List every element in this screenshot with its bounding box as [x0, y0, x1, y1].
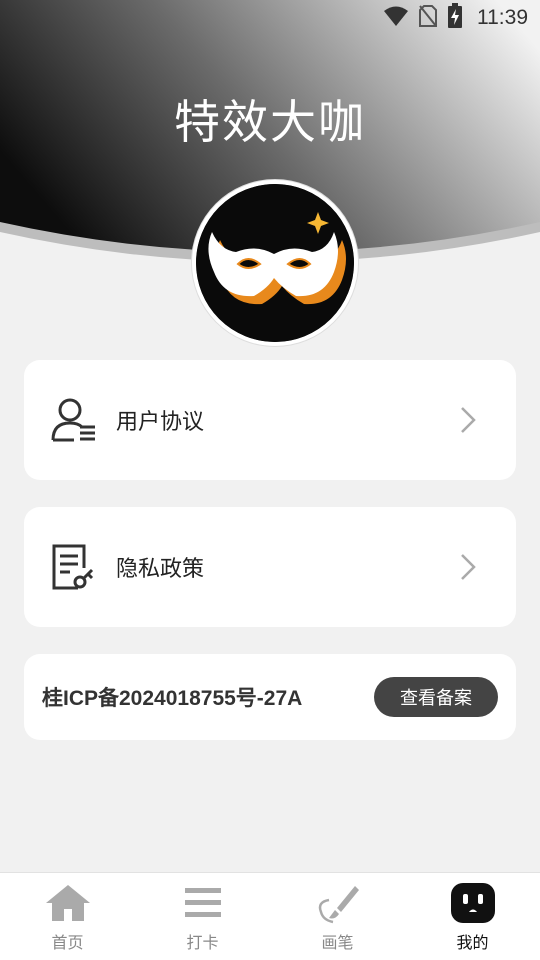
- view-filing-button[interactable]: 查看备案: [374, 677, 498, 717]
- app-title: 特效大咖: [174, 95, 366, 149]
- profile-face-icon: [449, 881, 497, 925]
- home-icon: [44, 881, 92, 925]
- privacy-policy-item[interactable]: 隐私政策: [24, 507, 516, 627]
- user-agreement-item[interactable]: 用户协议: [24, 360, 516, 480]
- nav-label-mine: 我的: [456, 933, 489, 952]
- nav-label-brush: 画笔: [321, 933, 354, 952]
- privacy-policy-icon: [50, 544, 96, 590]
- no-sim-icon: [419, 4, 437, 32]
- nav-item-home[interactable]: 首页: [0, 873, 135, 960]
- wifi-icon: [383, 5, 409, 31]
- brush-icon: [314, 881, 362, 925]
- battery-charging-icon: [447, 3, 463, 33]
- user-agreement-label: 用户协议: [116, 410, 205, 435]
- menu-lines-icon: [179, 881, 227, 925]
- nav-item-brush[interactable]: 画笔: [270, 873, 405, 960]
- bottom-nav: 首页 打卡 画笔 我的: [0, 872, 540, 960]
- mask-logo-icon: [196, 184, 354, 342]
- nav-label-checkin: 打卡: [186, 933, 219, 952]
- status-bar: 11:39: [0, 0, 540, 36]
- privacy-policy-label: 隐私政策: [116, 557, 205, 582]
- icp-card: 桂ICP备2024018755号-27A 查看备案: [24, 654, 516, 740]
- avatar[interactable]: [192, 180, 358, 346]
- chevron-right-icon: [461, 554, 476, 580]
- status-time: 11:39: [477, 6, 528, 29]
- user-agreement-icon: [50, 397, 96, 443]
- icp-number: 桂ICP备2024018755号-27A: [42, 687, 303, 710]
- nav-item-checkin[interactable]: 打卡: [135, 873, 270, 960]
- chevron-right-icon: [461, 407, 476, 433]
- nav-label-home: 首页: [51, 933, 84, 952]
- nav-item-mine[interactable]: 我的: [405, 873, 540, 960]
